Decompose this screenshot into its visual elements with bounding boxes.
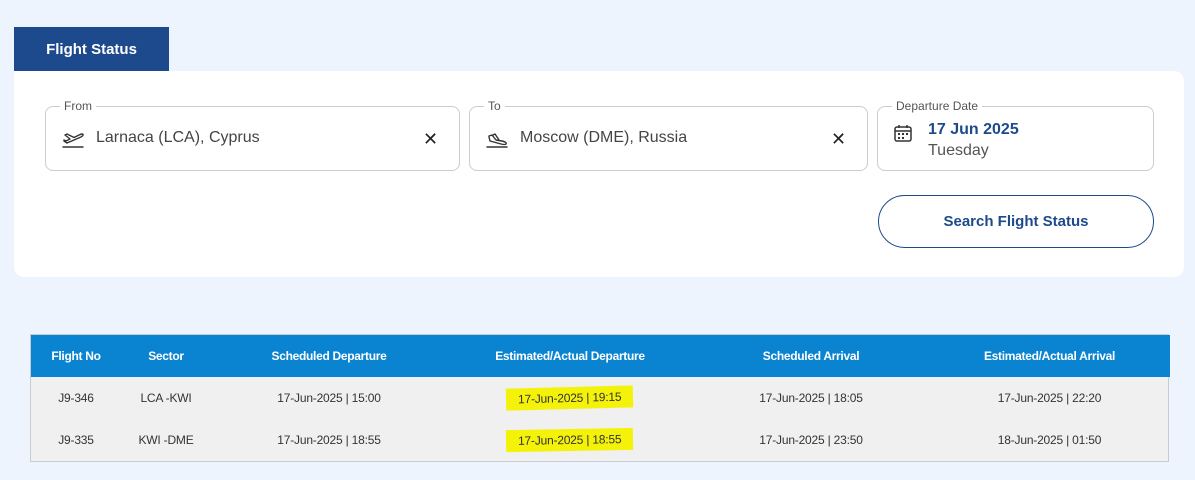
column-header: Sector	[148, 349, 184, 363]
to-legend: To	[484, 99, 505, 113]
scheduled-departure-cell: 17-Jun-2025 | 18:55	[277, 433, 381, 447]
actual-departure-cell: 17-Jun-2025 | 18:55	[447, 419, 693, 461]
flight-no-cell: J9-335	[58, 433, 94, 447]
column-header: Scheduled Departure	[271, 349, 387, 363]
actual-departure-cell: 17-Jun-2025 | 19:15	[447, 377, 693, 419]
column-header: Scheduled Arrival	[762, 349, 860, 363]
table-header-row: Flight No Sector Scheduled Departure Est…	[31, 335, 1170, 377]
from-field[interactable]: From Larnaca (LCA), Cyprus ✕	[45, 99, 460, 171]
highlighted-actual-departure: 17-Jun-2025 | 19:15	[506, 385, 634, 411]
sector-cell: KWI -DME	[138, 433, 194, 447]
clear-from-icon[interactable]: ✕	[423, 130, 438, 148]
table-row: J9-346 LCA -KWI 17-Jun-2025 | 15:00 17-J…	[31, 377, 1170, 419]
highlighted-actual-departure: 17-Jun-2025 | 18:55	[506, 427, 634, 453]
search-flight-status-button[interactable]: Search Flight Status	[878, 195, 1154, 248]
flight-status-table: Flight No Sector Scheduled Departure Est…	[30, 334, 1170, 462]
to-value: Moscow (DME), Russia	[520, 129, 688, 146]
actual-arrival-cell: 17-Jun-2025 | 22:20	[997, 391, 1102, 405]
clear-to-icon[interactable]: ✕	[831, 130, 846, 148]
departure-date-legend: Departure Date	[892, 99, 983, 113]
calendar-icon	[893, 123, 913, 143]
plane-landing-icon	[485, 128, 511, 150]
departure-weekday: Tuesday	[928, 142, 989, 159]
search-card: From Larnaca (LCA), Cyprus ✕ To Moscow (…	[14, 71, 1184, 277]
to-field[interactable]: To Moscow (DME), Russia ✕	[469, 99, 868, 171]
actual-arrival-cell: 18-Jun-2025 | 01:50	[997, 433, 1102, 447]
departure-date-field[interactable]: Departure Date 17 Jun 2025 Tuesday	[877, 99, 1154, 171]
plane-takeoff-icon	[61, 128, 87, 150]
scheduled-arrival-cell: 17-Jun-2025 | 18:05	[759, 391, 863, 405]
scheduled-arrival-cell: 17-Jun-2025 | 23:50	[759, 433, 863, 447]
column-header: Estimated/Actual Departure	[495, 349, 645, 363]
from-legend: From	[60, 99, 96, 113]
from-value: Larnaca (LCA), Cyprus	[96, 129, 260, 146]
tab-flight-status[interactable]: Flight Status	[14, 27, 169, 71]
column-header: Flight No	[51, 349, 101, 363]
flight-no-cell: J9-346	[58, 391, 94, 405]
column-header: Estimated/Actual Arrival	[983, 349, 1116, 363]
table-row: J9-335 KWI -DME 17-Jun-2025 | 18:55 17-J…	[31, 419, 1170, 461]
scheduled-departure-cell: 17-Jun-2025 | 15:00	[277, 391, 381, 405]
departure-date-value: 17 Jun 2025	[928, 121, 1019, 138]
sector-cell: LCA -KWI	[140, 391, 192, 405]
